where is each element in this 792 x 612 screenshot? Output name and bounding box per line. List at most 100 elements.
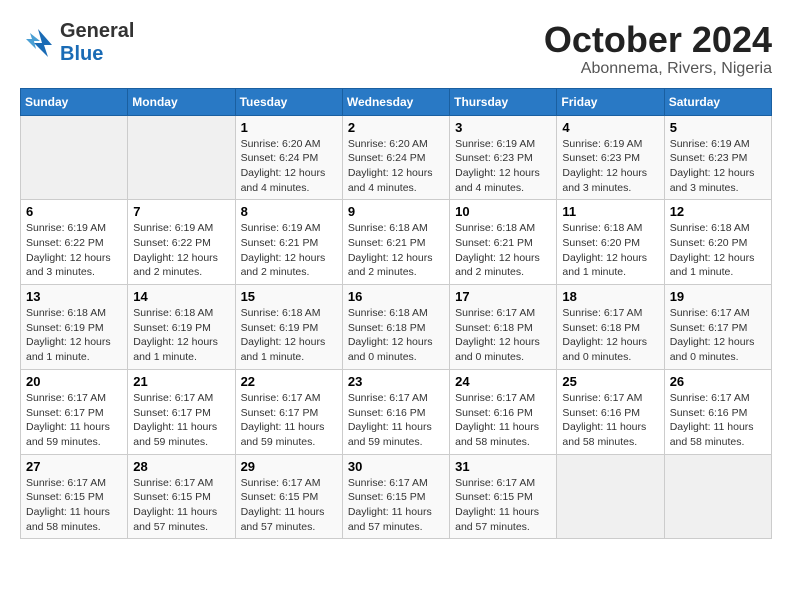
day-info: Sunrise: 6:17 AM Sunset: 6:17 PM Dayligh… <box>133 391 229 450</box>
day-info: Sunrise: 6:19 AM Sunset: 6:23 PM Dayligh… <box>562 137 658 196</box>
calendar-week-3: 13 Sunrise: 6:18 AM Sunset: 6:19 PM Dayli… <box>21 285 772 370</box>
day-number: 21 <box>133 374 229 389</box>
header-tuesday: Tuesday <box>235 88 342 115</box>
calendar-cell: 23 Sunrise: 6:17 AM Sunset: 6:16 PM Dayli… <box>342 369 449 454</box>
day-number: 28 <box>133 459 229 474</box>
calendar-cell <box>128 115 235 200</box>
header-saturday: Saturday <box>664 88 771 115</box>
calendar-cell: 26 Sunrise: 6:17 AM Sunset: 6:16 PM Dayli… <box>664 369 771 454</box>
day-number: 9 <box>348 204 444 219</box>
day-info: Sunrise: 6:19 AM Sunset: 6:22 PM Dayligh… <box>26 221 122 280</box>
day-info: Sunrise: 6:17 AM Sunset: 6:15 PM Dayligh… <box>26 476 122 535</box>
day-number: 5 <box>670 120 766 135</box>
calendar-cell: 10 Sunrise: 6:18 AM Sunset: 6:21 PM Dayli… <box>450 200 557 285</box>
calendar-cell: 22 Sunrise: 6:17 AM Sunset: 6:17 PM Dayli… <box>235 369 342 454</box>
day-info: Sunrise: 6:19 AM Sunset: 6:21 PM Dayligh… <box>241 221 337 280</box>
header-friday: Friday <box>557 88 664 115</box>
day-info: Sunrise: 6:18 AM Sunset: 6:19 PM Dayligh… <box>133 306 229 365</box>
calendar-cell: 3Sunrise: 6:19 AM Sunset: 6:23 PM Daylig… <box>450 115 557 200</box>
day-number: 16 <box>348 289 444 304</box>
day-number: 17 <box>455 289 551 304</box>
day-number: 4 <box>562 120 658 135</box>
calendar-cell: 17Sunrise: 6:17 AM Sunset: 6:18 PM Dayli… <box>450 285 557 370</box>
calendar-cell: 28 Sunrise: 6:17 AM Sunset: 6:15 PM Dayli… <box>128 454 235 539</box>
day-info: Sunrise: 6:17 AM Sunset: 6:17 PM Dayligh… <box>241 391 337 450</box>
calendar-cell: 30Sunrise: 6:17 AM Sunset: 6:15 PM Dayli… <box>342 454 449 539</box>
day-info: Sunrise: 6:17 AM Sunset: 6:15 PM Dayligh… <box>241 476 337 535</box>
calendar-cell: 2 Sunrise: 6:20 AM Sunset: 6:24 PM Daylig… <box>342 115 449 200</box>
day-number: 10 <box>455 204 551 219</box>
calendar-header-row: Sunday Monday Tuesday Wednesday Thursday… <box>21 88 772 115</box>
header-monday: Monday <box>128 88 235 115</box>
day-info: Sunrise: 6:20 AM Sunset: 6:24 PM Dayligh… <box>241 137 337 196</box>
calendar-cell: 11 Sunrise: 6:18 AM Sunset: 6:20 PM Dayli… <box>557 200 664 285</box>
day-number: 31 <box>455 459 551 474</box>
calendar-cell: 24Sunrise: 6:17 AM Sunset: 6:16 PM Dayli… <box>450 369 557 454</box>
day-info: Sunrise: 6:17 AM Sunset: 6:17 PM Dayligh… <box>26 391 122 450</box>
day-info: Sunrise: 6:17 AM Sunset: 6:15 PM Dayligh… <box>455 476 551 535</box>
calendar-week-2: 6 Sunrise: 6:19 AM Sunset: 6:22 PM Daylig… <box>21 200 772 285</box>
calendar-cell: 19Sunrise: 6:17 AM Sunset: 6:17 PM Dayli… <box>664 285 771 370</box>
day-info: Sunrise: 6:20 AM Sunset: 6:24 PM Dayligh… <box>348 137 444 196</box>
day-info: Sunrise: 6:17 AM Sunset: 6:17 PM Dayligh… <box>670 306 766 365</box>
header-thursday: Thursday <box>450 88 557 115</box>
day-info: Sunrise: 6:18 AM Sunset: 6:21 PM Dayligh… <box>455 221 551 280</box>
calendar-week-1: 1 Sunrise: 6:20 AM Sunset: 6:24 PM Daylig… <box>21 115 772 200</box>
day-number: 26 <box>670 374 766 389</box>
calendar-cell: 18Sunrise: 6:17 AM Sunset: 6:18 PM Dayli… <box>557 285 664 370</box>
calendar-cell: 1 Sunrise: 6:20 AM Sunset: 6:24 PM Daylig… <box>235 115 342 200</box>
day-number: 27 <box>26 459 122 474</box>
day-number: 6 <box>26 204 122 219</box>
day-info: Sunrise: 6:19 AM Sunset: 6:23 PM Dayligh… <box>455 137 551 196</box>
calendar-cell: 25Sunrise: 6:17 AM Sunset: 6:16 PM Dayli… <box>557 369 664 454</box>
day-info: Sunrise: 6:18 AM Sunset: 6:19 PM Dayligh… <box>241 306 337 365</box>
header-sunday: Sunday <box>21 88 128 115</box>
calendar-cell: 13Sunrise: 6:18 AM Sunset: 6:19 PM Dayli… <box>21 285 128 370</box>
day-info: Sunrise: 6:19 AM Sunset: 6:23 PM Dayligh… <box>670 137 766 196</box>
calendar-cell: 16 Sunrise: 6:18 AM Sunset: 6:18 PM Dayli… <box>342 285 449 370</box>
calendar-cell: 7 Sunrise: 6:19 AM Sunset: 6:22 PM Daylig… <box>128 200 235 285</box>
day-info: Sunrise: 6:17 AM Sunset: 6:16 PM Dayligh… <box>670 391 766 450</box>
calendar-cell <box>664 454 771 539</box>
title-block: October 2024 Abonnema, Rivers, Nigeria <box>544 20 772 78</box>
day-info: Sunrise: 6:17 AM Sunset: 6:15 PM Dayligh… <box>133 476 229 535</box>
calendar-cell: 20Sunrise: 6:17 AM Sunset: 6:17 PM Dayli… <box>21 369 128 454</box>
day-number: 23 <box>348 374 444 389</box>
day-info: Sunrise: 6:17 AM Sunset: 6:18 PM Dayligh… <box>562 306 658 365</box>
day-number: 1 <box>241 120 337 135</box>
calendar-cell: 27 Sunrise: 6:17 AM Sunset: 6:15 PM Dayli… <box>21 454 128 539</box>
day-number: 22 <box>241 374 337 389</box>
day-info: Sunrise: 6:19 AM Sunset: 6:22 PM Dayligh… <box>133 221 229 280</box>
calendar-week-5: 27 Sunrise: 6:17 AM Sunset: 6:15 PM Dayli… <box>21 454 772 539</box>
day-info: Sunrise: 6:18 AM Sunset: 6:20 PM Dayligh… <box>670 221 766 280</box>
calendar-cell: 15Sunrise: 6:18 AM Sunset: 6:19 PM Dayli… <box>235 285 342 370</box>
page-subtitle: Abonnema, Rivers, Nigeria <box>544 60 772 78</box>
day-number: 13 <box>26 289 122 304</box>
calendar-week-4: 20Sunrise: 6:17 AM Sunset: 6:17 PM Dayli… <box>21 369 772 454</box>
calendar-cell: 5 Sunrise: 6:19 AM Sunset: 6:23 PM Daylig… <box>664 115 771 200</box>
day-info: Sunrise: 6:17 AM Sunset: 6:15 PM Dayligh… <box>348 476 444 535</box>
calendar-cell <box>21 115 128 200</box>
day-info: Sunrise: 6:18 AM Sunset: 6:21 PM Dayligh… <box>348 221 444 280</box>
day-number: 14 <box>133 289 229 304</box>
logo-blue: Blue <box>60 43 103 65</box>
day-number: 12 <box>670 204 766 219</box>
day-info: Sunrise: 6:18 AM Sunset: 6:20 PM Dayligh… <box>562 221 658 280</box>
calendar-cell: 21 Sunrise: 6:17 AM Sunset: 6:17 PM Dayli… <box>128 369 235 454</box>
day-number: 8 <box>241 204 337 219</box>
day-number: 2 <box>348 120 444 135</box>
day-number: 11 <box>562 204 658 219</box>
page-title: October 2024 <box>544 20 772 60</box>
day-info: Sunrise: 6:17 AM Sunset: 6:16 PM Dayligh… <box>348 391 444 450</box>
day-number: 24 <box>455 374 551 389</box>
calendar-cell: 31 Sunrise: 6:17 AM Sunset: 6:15 PM Dayli… <box>450 454 557 539</box>
day-number: 7 <box>133 204 229 219</box>
calendar-cell: 4 Sunrise: 6:19 AM Sunset: 6:23 PM Daylig… <box>557 115 664 200</box>
calendar-cell: 6 Sunrise: 6:19 AM Sunset: 6:22 PM Daylig… <box>21 200 128 285</box>
calendar-cell: 29 Sunrise: 6:17 AM Sunset: 6:15 PM Dayli… <box>235 454 342 539</box>
day-info: Sunrise: 6:18 AM Sunset: 6:18 PM Dayligh… <box>348 306 444 365</box>
logo: General Blue <box>20 20 134 66</box>
header-wednesday: Wednesday <box>342 88 449 115</box>
day-number: 29 <box>241 459 337 474</box>
calendar-cell: 9 Sunrise: 6:18 AM Sunset: 6:21 PM Daylig… <box>342 200 449 285</box>
